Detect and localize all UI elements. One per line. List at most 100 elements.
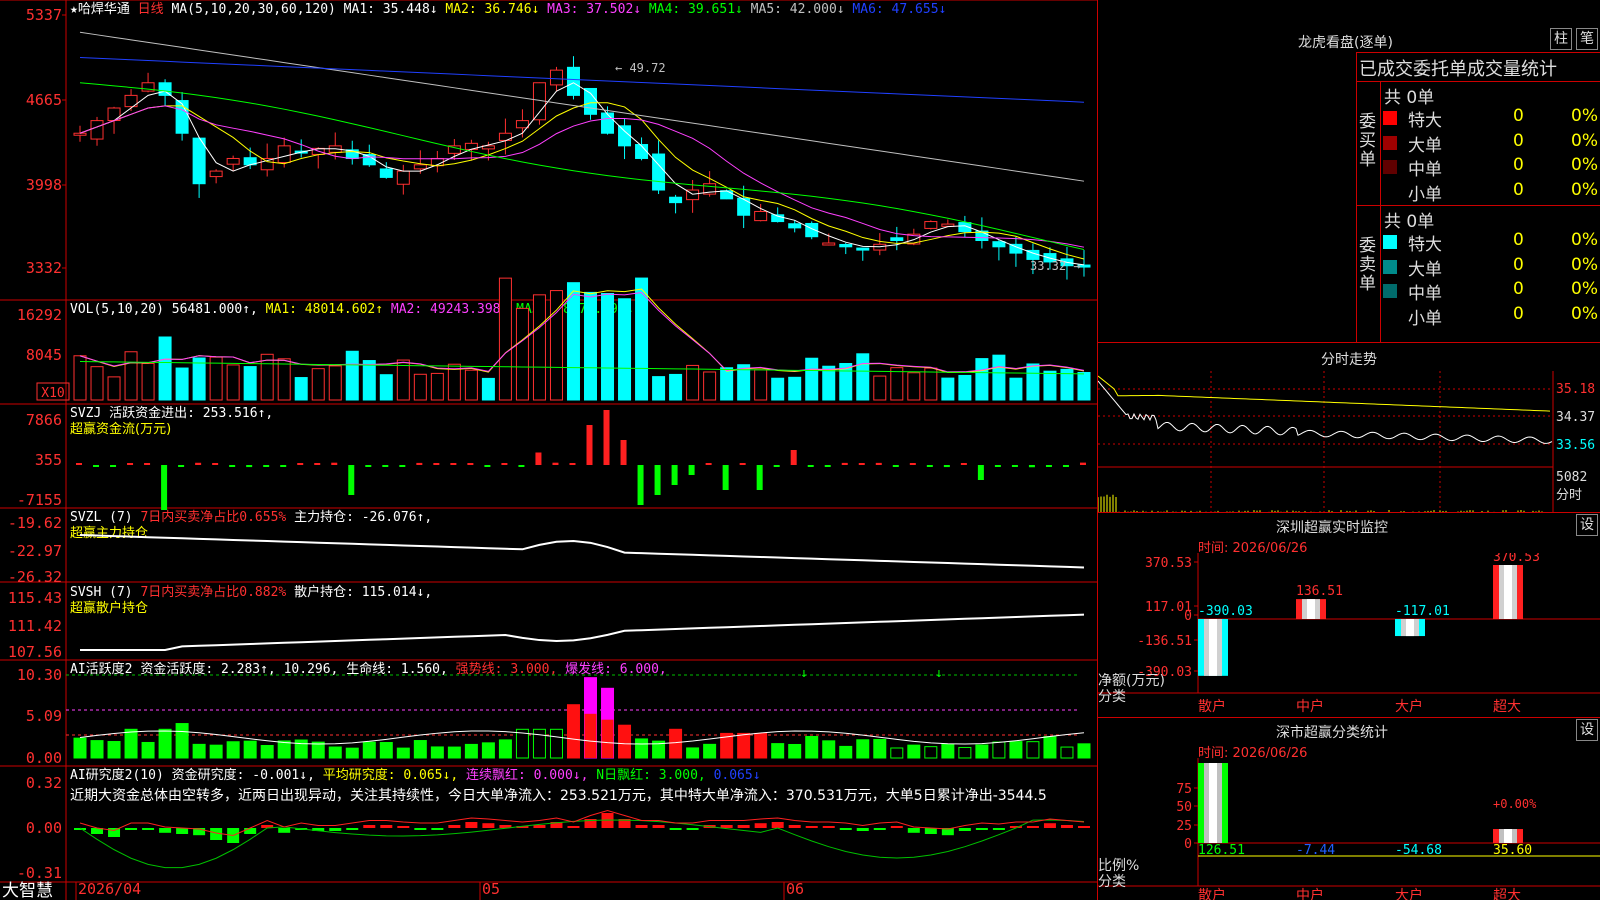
order-percent: 0% <box>1571 230 1598 250</box>
activity-bar <box>890 747 904 759</box>
stats-value-label: 35.60 <box>1493 843 1532 858</box>
activity-bar-core <box>584 713 597 758</box>
volume-bar <box>941 377 955 401</box>
activity-bar <box>243 740 257 759</box>
order-color-swatch <box>1383 111 1397 125</box>
intraday-title: 分时走势 <box>1321 352 1377 368</box>
research-bar <box>1060 825 1073 828</box>
monitor-category: 大户 <box>1395 698 1423 715</box>
research-bar <box>873 828 886 830</box>
fund-flow-bar <box>1028 465 1035 468</box>
research-bar <box>788 825 801 828</box>
candle-body <box>788 223 802 229</box>
order-count: 0 <box>1513 254 1524 275</box>
stats-bar-highlight <box>1209 763 1217 843</box>
stats-category: 散户 <box>1198 887 1226 900</box>
bar-mode-button[interactable]: 柱 <box>1550 28 1572 50</box>
candle-body <box>277 145 291 164</box>
volume-bar <box>618 298 632 401</box>
activity-bar <box>107 741 121 759</box>
monitor-value-label: -390.03 <box>1198 604 1253 619</box>
ai-research-axis-label: -0.31 <box>17 864 62 882</box>
svzl-axis-label: -19.62 <box>8 514 62 532</box>
volume-bar <box>703 371 717 401</box>
order-color-swatch <box>1383 284 1397 298</box>
activity-bar <box>413 740 427 759</box>
brand-label: 大智慧 <box>2 881 53 900</box>
svzl-axis-label: -22.97 <box>8 542 62 560</box>
stats-settings-button[interactable]: 设 <box>1576 719 1598 741</box>
fund-flow-bar <box>688 465 695 475</box>
research-bar <box>669 828 682 830</box>
activity-bar <box>669 728 683 759</box>
price-axis-label: 3332 <box>26 259 62 277</box>
volume-bar <box>175 367 189 401</box>
activity-bar <box>498 739 512 759</box>
research-bar <box>805 826 818 828</box>
order-type: 大单 <box>1408 135 1442 156</box>
research-bar <box>890 826 903 828</box>
fund-flow-bar <box>178 465 185 467</box>
activity-bar <box>396 747 410 759</box>
order-row: 大单 0 0% <box>1383 131 1600 156</box>
tick-mode-button[interactable]: 笔 <box>1576 28 1598 50</box>
intraday-axis-label: 35.18 <box>1556 382 1595 397</box>
order-count: 0 <box>1513 303 1524 324</box>
order-row: 特大 0 0% <box>1383 106 1600 131</box>
activity-bar <box>549 728 563 759</box>
ai-active-axis-label: 5.09 <box>26 707 62 725</box>
research-bar <box>482 823 495 828</box>
activity-bar <box>924 746 938 759</box>
monitor-settings-button[interactable]: 设 <box>1576 514 1598 536</box>
order-color-swatch <box>1383 259 1397 274</box>
stats-category: 超大 <box>1493 888 1521 900</box>
order-count: 0 <box>1513 179 1524 200</box>
intraday-panel[interactable]: 分时走势 35.18 34.37 33.56 5082 分时 <box>1098 342 1600 513</box>
svzl-header-part-0: SVZL (7) <box>70 510 140 525</box>
volume-bar <box>584 291 597 401</box>
activity-bar <box>873 738 887 759</box>
main-chart-area[interactable]: ★哈焊华通 日线 MA(5,10,20,30,60,120) MA1: 35.4… <box>0 0 1097 900</box>
research-bar <box>397 826 410 828</box>
fund-flow-bar <box>637 465 644 505</box>
order-type: 中单 <box>1408 284 1442 304</box>
monitor-ylabel: 净额(万元) <box>1098 673 1165 689</box>
stats-panel: 深市超赢分类统计 设 时间: 2026/06/26 75 50 25 0 126.51-… <box>1098 717 1600 900</box>
volume-bar <box>907 372 921 401</box>
activity-bar <box>805 735 819 759</box>
research-bar <box>975 828 988 830</box>
svzl-header: SVZL (7) 7日内买卖净占比0.655% 主力持仓: -26.076↑, <box>70 509 432 525</box>
fund-flow-bar <box>943 465 950 468</box>
fund-flow-bar <box>212 463 219 465</box>
activity-bar <box>175 723 189 759</box>
volume-bar <box>924 367 938 401</box>
stats-title: 深市超赢分类统计 <box>1276 725 1388 741</box>
activity-bar <box>73 737 87 759</box>
volume-bar <box>805 357 819 401</box>
research-bar <box>176 828 189 834</box>
fund-flow-bar <box>127 463 134 465</box>
order-type: 特大 <box>1408 111 1442 131</box>
fund-flow-bar <box>416 462 423 465</box>
order-type: 中单 <box>1408 160 1442 180</box>
stats-value-label: -7.44 <box>1296 843 1335 858</box>
research-bar <box>720 825 733 828</box>
fund-flow-bar <box>161 465 168 510</box>
research-bar <box>363 825 376 828</box>
fund-flow-bar <box>756 465 763 490</box>
order-type: 小单 <box>1408 184 1442 205</box>
intraday-chart[interactable]: 35.18 34.37 33.56 5082 分时 <box>1098 371 1600 513</box>
stats-category: 中户 <box>1296 887 1324 900</box>
intraday-unit: 分时 <box>1556 488 1582 503</box>
svzl-header-part-1: 7日内买卖净占比0.655% <box>140 509 294 525</box>
volume-bar <box>379 374 393 401</box>
activity-bar <box>822 740 836 759</box>
ai-research-header: AI研究度2(10) 资金研究度: -0.001↓, 平均研究度: 0.065↓… <box>70 767 761 783</box>
fund-flow-bar <box>195 462 202 465</box>
activity-bar <box>771 743 785 759</box>
volume-bars <box>73 277 1091 401</box>
fund-flow-bar <box>93 465 100 467</box>
volume-bar <box>1043 370 1057 401</box>
candle-body <box>584 87 597 115</box>
research-bar <box>635 825 648 828</box>
